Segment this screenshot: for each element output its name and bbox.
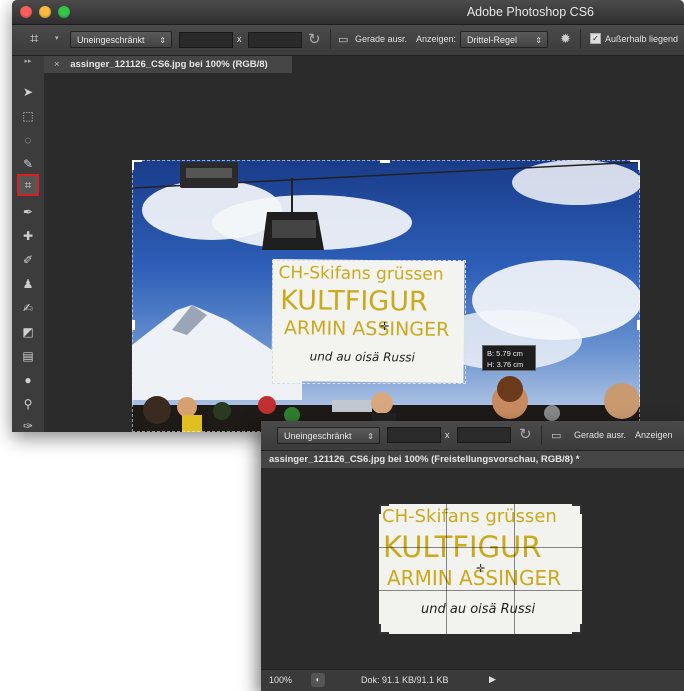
- crop-handle-top-left[interactable]: [132, 160, 142, 170]
- brush-tool-icon[interactable]: ✐: [18, 250, 38, 270]
- crop-tool-preset-icon[interactable]: ⌗: [30, 30, 38, 47]
- panel-collapse-icon[interactable]: ▸▸: [18, 56, 38, 68]
- crop-width: B: 5.79 cm: [487, 349, 523, 358]
- crop-size-tooltip: B: 5.79 cm H: 3.76 cm: [482, 345, 536, 371]
- view-label: Anzeigen: [635, 430, 673, 440]
- grid-line: [446, 504, 447, 634]
- eyedropper-tool-icon[interactable]: ✒: [18, 202, 38, 222]
- crop-handle-bottom-left[interactable]: [379, 624, 389, 634]
- gear-icon[interactable]: ✹: [560, 31, 571, 47]
- zoom-window-button[interactable]: [58, 6, 70, 18]
- blur-tool-icon[interactable]: ●: [18, 370, 38, 390]
- overlay-view-select[interactable]: Drittel-Regel ⇕: [460, 31, 548, 48]
- quick-selection-tool-icon[interactable]: ✎: [18, 154, 38, 174]
- photo-image[interactable]: CH-Skifans grüssen KULTFIGUR ARMIN ASSIN…: [132, 160, 640, 432]
- height-input[interactable]: [248, 32, 302, 48]
- crop-handle-top-right[interactable]: [630, 160, 640, 170]
- select-arrows-icon: ⇕: [159, 36, 166, 45]
- height-input[interactable]: [457, 427, 511, 443]
- divider: [541, 425, 542, 445]
- title-bar: Adobe Photoshop CS6: [12, 0, 684, 25]
- preset-dropdown-arrow-icon[interactable]: ▾: [55, 34, 59, 42]
- pen-tool-icon[interactable]: ✑: [18, 416, 38, 432]
- divider: [330, 29, 331, 49]
- marquee-tool-icon[interactable]: ⬚: [18, 106, 38, 126]
- divider: [580, 29, 581, 49]
- straighten-icon[interactable]: ▭: [551, 429, 561, 442]
- delete-outside-label[interactable]: Außerhalb liegend: [605, 34, 678, 44]
- banner-line-4: und au oisä Russi: [421, 602, 536, 617]
- eraser-tool-icon[interactable]: ◩: [18, 322, 38, 342]
- grid-line: [379, 590, 582, 591]
- ratio-select-value: Uneingeschränkt: [77, 35, 145, 45]
- move-tool-icon[interactable]: ➤: [18, 82, 38, 102]
- dimension-separator: x: [237, 34, 242, 44]
- straighten-label[interactable]: Gerade ausr.: [355, 34, 407, 44]
- crop-handle-right[interactable]: [637, 320, 640, 330]
- lasso-tool-icon[interactable]: ◌: [18, 130, 38, 150]
- healing-brush-tool-icon[interactable]: ✚: [18, 226, 38, 246]
- overlay-view-value: Drittel-Regel: [467, 35, 518, 45]
- width-input[interactable]: [179, 32, 233, 48]
- preview-window: Uneingeschränkt ⇕ x ↻ ▭ Gerade ausr. Anz…: [261, 421, 684, 691]
- document-tab-title: assinger_121126_CS6.jpg bei 100% (RGB/8): [70, 59, 268, 70]
- close-window-button[interactable]: [20, 6, 32, 18]
- close-tab-icon[interactable]: ×: [54, 59, 60, 70]
- document-tab-bar: × assinger_121126_CS6.jpg bei 100% (RGB/…: [44, 56, 684, 73]
- dodge-tool-icon[interactable]: ⚲: [18, 394, 38, 414]
- zoom-level[interactable]: 100%: [269, 675, 292, 685]
- dimension-separator: x: [445, 430, 450, 440]
- app-title: Adobe Photoshop CS6: [466, 5, 594, 19]
- document-tab[interactable]: × assinger_121126_CS6.jpg bei 100% (RGB/…: [44, 56, 292, 73]
- grid-line: [514, 504, 515, 634]
- crop-handle-left[interactable]: [132, 320, 135, 330]
- options-bar-preview: Uneingeschränkt ⇕ x ↻ ▭ Gerade ausr. Anz…: [261, 421, 684, 451]
- crop-handle-bottom-right[interactable]: [572, 624, 582, 634]
- cropped-preview-image[interactable]: CH-Skifans grüssen KULTFIGUR ARMIN ASSIN…: [379, 504, 582, 634]
- crop-handle-top-left[interactable]: [379, 504, 389, 514]
- crop-tool-icon[interactable]: ⌗: [17, 174, 39, 196]
- clone-stamp-tool-icon[interactable]: ♟: [18, 274, 38, 294]
- ratio-select[interactable]: Uneingeschränkt ⇕: [277, 427, 380, 444]
- width-input[interactable]: [387, 427, 441, 443]
- straighten-label[interactable]: Gerade ausr.: [574, 430, 626, 440]
- history-brush-tool-icon[interactable]: ✍: [18, 298, 38, 318]
- crop-handle-top[interactable]: [380, 160, 390, 163]
- crosshair-icon: ✛: [380, 321, 390, 333]
- swap-dimensions-icon[interactable]: ↻: [308, 30, 321, 48]
- crosshair-icon: ✛: [476, 563, 486, 575]
- banner-line-3: ARMIN ASSINGER: [387, 566, 562, 590]
- status-menu-icon[interactable]: ◐: [311, 673, 325, 687]
- banner-line-1: CH-Skifans grüssen: [382, 506, 557, 527]
- minimize-window-button[interactable]: [39, 6, 51, 18]
- straighten-icon[interactable]: ▭: [338, 33, 348, 46]
- toolbox-panel: ▸▸ ➤ ⬚ ◌ ✎ ⌗ ✒ ✚ ✐ ♟ ✍ ◩ ▤ ● ⚲ ✑: [12, 56, 45, 432]
- delete-outside-checkbox[interactable]: ✓: [590, 33, 601, 44]
- view-label: Anzeigen:: [416, 34, 457, 44]
- preview-canvas[interactable]: CH-Skifans grüssen KULTFIGUR ARMIN ASSIN…: [261, 468, 684, 669]
- gradient-tool-icon[interactable]: ▤: [18, 346, 38, 366]
- ratio-select-value: Uneingeschränkt: [284, 431, 352, 441]
- swap-dimensions-icon[interactable]: ↻: [519, 425, 532, 443]
- crop-height: H: 3.76 cm: [487, 360, 524, 369]
- document-tab-bar-preview: assinger_121126_CS6.jpg bei 100% (Freist…: [261, 451, 684, 468]
- select-arrows-icon: ⇕: [535, 36, 542, 45]
- options-bar: ⌗ ▾ Uneingeschränkt ⇕ x ↻ ▭ Gerade ausr.…: [12, 25, 684, 56]
- document-size-info: Dok: 91.1 KB/91.1 KB: [361, 675, 449, 685]
- crop-handle-top-right[interactable]: [572, 504, 582, 514]
- crop-selection[interactable]: [272, 260, 466, 384]
- ratio-select[interactable]: Uneingeschränkt ⇕: [70, 31, 172, 48]
- grid-line: [379, 547, 582, 548]
- status-bar: 100% ◐ Dok: 91.1 KB/91.1 KB ▶: [261, 669, 684, 691]
- select-arrows-icon: ⇕: [367, 432, 374, 441]
- status-arrow-icon[interactable]: ▶: [489, 674, 496, 685]
- document-tab-preview-title[interactable]: assinger_121126_CS6.jpg bei 100% (Freist…: [269, 451, 579, 468]
